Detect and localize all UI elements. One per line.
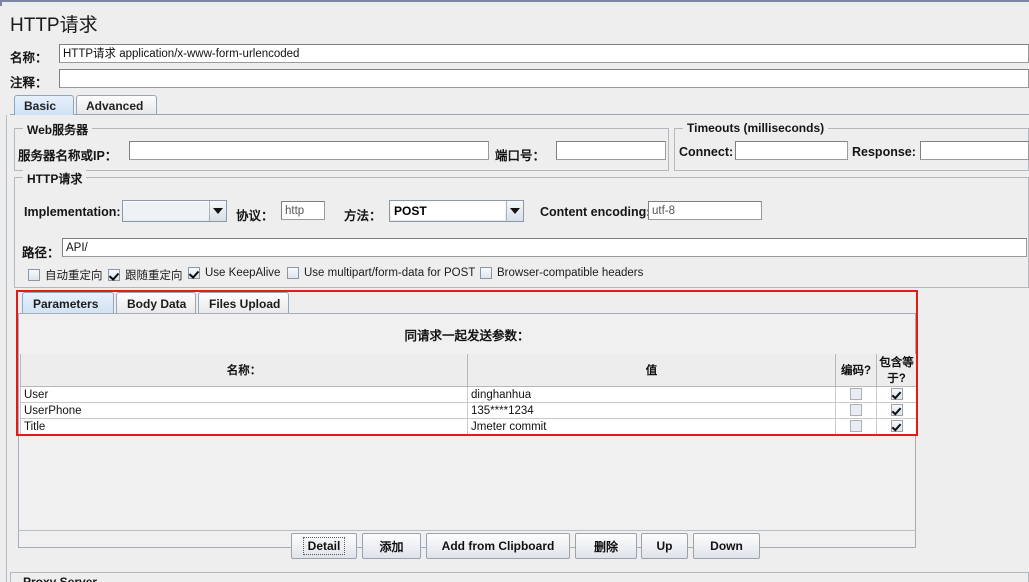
column-header-value[interactable]: 值 bbox=[467, 354, 836, 387]
table-row[interactable]: Title Jmeter commit bbox=[20, 418, 917, 435]
cell-encode[interactable] bbox=[835, 402, 877, 419]
checkbox-icon bbox=[287, 267, 299, 279]
implementation-value bbox=[124, 202, 208, 220]
comment-label: 注释： bbox=[10, 76, 48, 90]
column-header-include-equals[interactable]: 包含等于? bbox=[876, 354, 917, 387]
checkbox-icon bbox=[28, 269, 40, 281]
checkbox-checked-icon[interactable] bbox=[890, 420, 903, 433]
checkbox-checked-icon[interactable] bbox=[890, 388, 903, 401]
detail-button[interactable]: Detail bbox=[291, 533, 357, 559]
comment-input[interactable] bbox=[59, 69, 1029, 88]
implementation-combo[interactable] bbox=[122, 200, 227, 222]
cell-value[interactable]: 135****1234 bbox=[467, 402, 836, 419]
tabstrip-divider bbox=[10, 114, 1029, 115]
proxy-server-group: Proxy Server bbox=[10, 572, 1029, 582]
cell-include-equals[interactable] bbox=[876, 386, 917, 403]
cell-encode[interactable] bbox=[835, 386, 877, 403]
delete-button[interactable]: 删除 bbox=[575, 533, 637, 559]
name-input[interactable]: HTTP请求 application/x-www-form-urlencoded bbox=[59, 44, 1029, 63]
option-browser-compatible-headers[interactable]: Browser-compatible headers bbox=[480, 267, 643, 279]
option-label: 跟随重定向 bbox=[125, 270, 183, 282]
port-input[interactable] bbox=[556, 141, 666, 160]
parameters-panel: 同请求一起发送参数： 名称： 值 编码? 包含等于? User dinghanh… bbox=[18, 313, 917, 548]
tab-files-upload[interactable]: Files Upload bbox=[198, 292, 289, 314]
port-label: 端口号： bbox=[495, 149, 546, 163]
path-label: 路径： bbox=[22, 246, 60, 260]
table-header-row: 名称： 值 编码? 包含等于? bbox=[20, 354, 917, 387]
button-bar-divider bbox=[18, 530, 916, 531]
checkbox-checked-icon bbox=[188, 267, 200, 279]
path-input[interactable]: API/ bbox=[62, 238, 1027, 257]
tab-advanced[interactable]: Advanced bbox=[76, 95, 157, 115]
implementation-label: Implementation: bbox=[24, 205, 121, 219]
protocol-label: 协议： bbox=[236, 209, 274, 223]
column-header-name[interactable]: 名称： bbox=[20, 354, 468, 387]
chevron-down-icon bbox=[209, 201, 226, 221]
table-row[interactable]: User dinghanhua bbox=[20, 386, 917, 403]
table-row[interactable]: UserPhone 135****1234 bbox=[20, 402, 917, 419]
web-server-legend: Web服务器 bbox=[23, 121, 93, 138]
option-auto-redirect[interactable]: 自动重定向 bbox=[28, 267, 103, 283]
down-button[interactable]: Down bbox=[693, 533, 760, 559]
jmeter-http-request-panel: HTTP请求 名称： HTTP请求 application/x-www-form… bbox=[0, 0, 1029, 582]
tab-parameters[interactable]: Parameters bbox=[22, 292, 114, 314]
option-use-keepalive[interactable]: Use KeepAlive bbox=[188, 267, 280, 279]
name-label: 名称： bbox=[10, 51, 48, 65]
checkbox-icon[interactable] bbox=[850, 420, 862, 433]
parameters-table: 名称： 值 编码? 包含等于? User dinghanhua UserPhon… bbox=[20, 354, 917, 435]
cell-name[interactable]: UserPhone bbox=[20, 402, 468, 419]
checkbox-icon[interactable] bbox=[850, 388, 862, 401]
tab-basic[interactable]: Basic bbox=[14, 95, 74, 115]
response-timeout-label: Response: bbox=[852, 145, 916, 159]
method-value: POST bbox=[391, 202, 505, 220]
tab-body-data[interactable]: Body Data bbox=[116, 292, 196, 314]
cell-encode[interactable] bbox=[835, 418, 877, 435]
server-name-label: 服务器名称或IP： bbox=[18, 149, 118, 163]
method-combo[interactable]: POST bbox=[389, 200, 524, 222]
cell-include-equals[interactable] bbox=[876, 418, 917, 435]
page-title: HTTP请求 bbox=[10, 15, 98, 36]
option-use-multipart[interactable]: Use multipart/form-data for POST bbox=[287, 267, 475, 279]
option-follow-redirects[interactable]: 跟随重定向 bbox=[108, 267, 183, 283]
content-encoding-label: Content encoding: bbox=[540, 205, 651, 219]
content-encoding-input[interactable]: utf-8 bbox=[648, 201, 762, 220]
method-label: 方法： bbox=[344, 209, 382, 223]
connect-timeout-input[interactable] bbox=[735, 141, 848, 160]
checkbox-checked-icon bbox=[108, 269, 120, 281]
checkbox-icon[interactable] bbox=[850, 404, 862, 417]
send-parameters-label: 同请求一起发送参数： bbox=[404, 329, 530, 343]
cell-name[interactable]: User bbox=[20, 386, 468, 403]
checkbox-checked-icon[interactable] bbox=[890, 404, 903, 417]
cell-name[interactable]: Title bbox=[20, 418, 468, 435]
add-from-clipboard-button[interactable]: Add from Clipboard bbox=[426, 533, 570, 559]
add-button[interactable]: 添加 bbox=[362, 533, 421, 559]
proxy-server-legend: Proxy Server bbox=[19, 575, 102, 582]
up-button[interactable]: Up bbox=[641, 533, 688, 559]
option-label: 自动重定向 bbox=[45, 270, 103, 282]
timeouts-legend: Timeouts (milliseconds) bbox=[683, 121, 829, 135]
option-label: Use multipart/form-data for POST bbox=[304, 267, 476, 279]
option-label: Browser-compatible headers bbox=[497, 267, 644, 279]
protocol-input[interactable]: http bbox=[281, 201, 325, 220]
column-header-encode[interactable]: 编码? bbox=[835, 354, 877, 387]
cell-value[interactable]: Jmeter commit bbox=[467, 418, 836, 435]
cell-value[interactable]: dinghanhua bbox=[467, 386, 836, 403]
chevron-down-icon bbox=[506, 201, 523, 221]
connect-timeout-label: Connect: bbox=[679, 145, 734, 159]
main-tabstrip: Basic Advanced bbox=[10, 95, 1029, 115]
checkbox-icon bbox=[480, 267, 492, 279]
window-title-strip-inner bbox=[2, 2, 1029, 6]
cell-include-equals[interactable] bbox=[876, 402, 917, 419]
server-name-input[interactable] bbox=[129, 141, 489, 160]
option-label: Use KeepAlive bbox=[205, 267, 281, 279]
detail-button-label: Detail bbox=[302, 537, 346, 555]
window-title-strip bbox=[0, 0, 1029, 6]
http-request-legend: HTTP请求 bbox=[23, 170, 87, 187]
response-timeout-input[interactable] bbox=[920, 141, 1029, 160]
